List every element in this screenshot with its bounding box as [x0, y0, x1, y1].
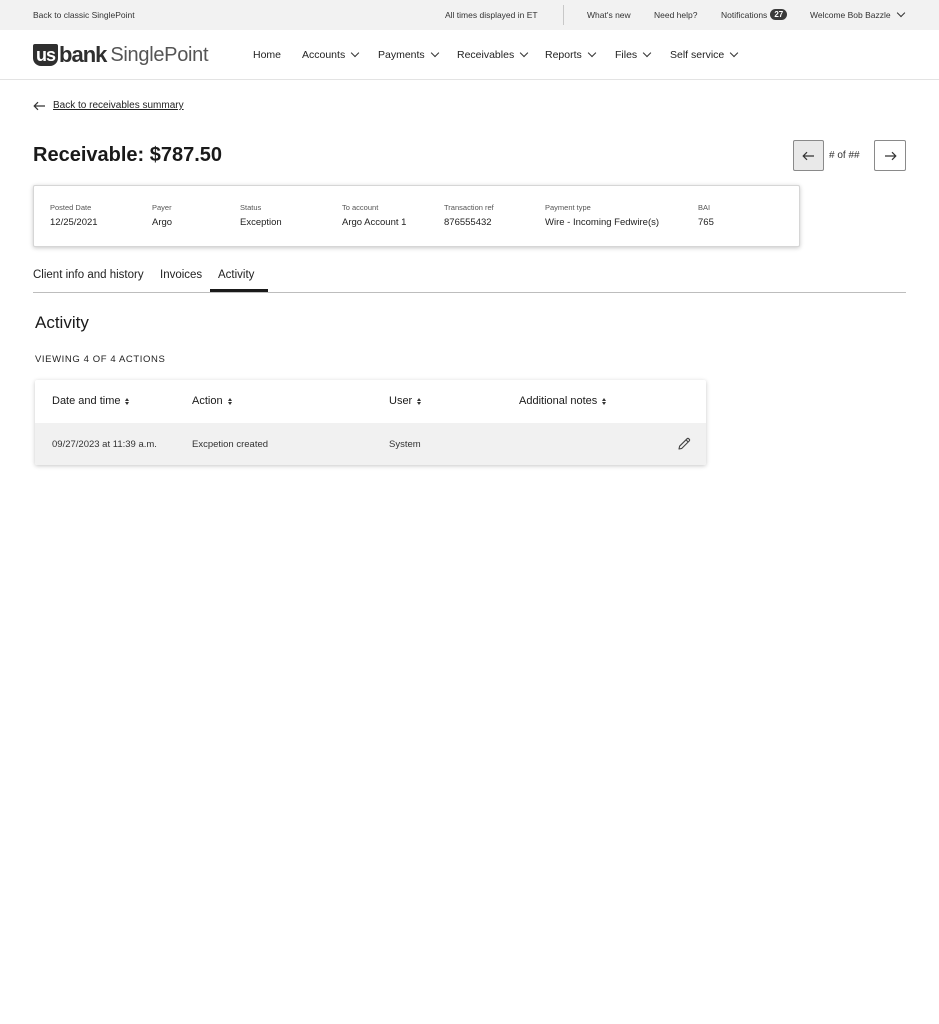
bai-field: BAI 765 — [698, 203, 714, 228]
whats-new-link[interactable]: What's new — [587, 10, 631, 20]
nav-accounts[interactable]: Accounts — [302, 48, 360, 61]
cell-action: Excpetion created — [192, 439, 269, 450]
column-label: User — [389, 395, 413, 407]
arrow-left-icon — [33, 101, 45, 110]
cell-date-time: 09/27/2023 at 11:39 a.m. — [52, 439, 157, 450]
column-header-user[interactable]: User — [389, 395, 422, 407]
edit-notes-button[interactable] — [676, 436, 692, 452]
status-value: Exception — [240, 217, 282, 228]
nav-home[interactable]: Home — [253, 49, 281, 61]
pencil-icon — [678, 437, 691, 450]
nav-accounts-label: Accounts — [302, 49, 346, 61]
to-account-field: To account Argo Account 1 — [342, 203, 406, 228]
user-menu[interactable]: Welcome Bob Bazzle — [810, 8, 905, 20]
chevron-down-icon — [730, 48, 739, 58]
tab-bar: Client info and history Invoices Activit… — [33, 262, 906, 293]
cell-user: System — [389, 439, 421, 450]
transaction-ref-label: Transaction ref — [444, 203, 494, 212]
bai-value: 765 — [698, 217, 714, 228]
nav-receivables-label: Receivables — [457, 49, 515, 61]
tab-invoices[interactable]: Invoices — [160, 269, 202, 281]
bai-label: BAI — [698, 203, 711, 212]
logo-us: us — [33, 44, 59, 66]
nav-payments[interactable]: Payments — [378, 48, 439, 61]
status-field: Status Exception — [240, 203, 282, 228]
page-title: Receivable: $787.50 — [33, 144, 223, 166]
nav-files[interactable]: Files — [615, 48, 652, 61]
back-to-receivables-link[interactable]: Back to receivables summary — [33, 100, 184, 111]
welcome-text: Welcome Bob Bazzle — [810, 10, 891, 20]
nav-receivables[interactable]: Receivables — [457, 48, 529, 61]
column-label: Additional notes — [519, 395, 598, 407]
nav-self-service[interactable]: Self service — [670, 48, 739, 61]
nav-reports[interactable]: Reports — [545, 48, 597, 61]
chevron-down-icon — [587, 48, 597, 58]
sort-icon — [125, 397, 130, 405]
active-tab-indicator — [210, 289, 268, 292]
to-account-label: To account — [342, 203, 379, 212]
notifications-label: Notifications — [721, 9, 768, 20]
column-label: Date and time — [52, 395, 121, 407]
nav-payments-label: Payments — [378, 49, 425, 61]
pager-count: # of ## — [829, 150, 860, 161]
payer-field: Payer Argo — [152, 203, 172, 228]
viewing-count: VIEWING 4 OF 4 ACTIONS — [35, 354, 166, 365]
transaction-ref-value: 876555432 — [444, 217, 492, 228]
column-header-action[interactable]: Action — [192, 395, 232, 407]
activity-table: Date and time Action User Additional not… — [35, 380, 706, 465]
posted-date-value: 12/25/2021 — [50, 217, 98, 228]
main-header: us bank SinglePoint Home Accounts Paymen… — [0, 30, 939, 80]
transaction-ref-field: Transaction ref 876555432 — [444, 203, 494, 228]
posted-date-field: Posted Date 12/25/2021 — [50, 203, 98, 228]
tab-client-info[interactable]: Client info and history — [33, 269, 144, 281]
utility-bar: Back to classic SinglePoint All times di… — [0, 0, 939, 30]
back-to-classic-link[interactable]: Back to classic SinglePoint — [33, 10, 135, 20]
next-button[interactable] — [874, 140, 906, 171]
chevron-down-icon — [642, 48, 652, 58]
notifications-badge: 27 — [770, 9, 788, 20]
payment-type-value: Wire - Incoming Fedwire(s) — [545, 217, 660, 228]
sort-icon — [602, 397, 607, 405]
chevron-down-icon — [519, 48, 529, 58]
nav-files-label: Files — [615, 49, 638, 61]
nav-self-service-label: Self service — [670, 49, 725, 61]
timezone-note: All times displayed in ET — [445, 10, 538, 20]
divider — [563, 5, 564, 25]
logo-bank: bank — [59, 42, 107, 67]
payment-type-field: Payment type Wire - Incoming Fedwire(s) — [545, 203, 659, 228]
chevron-down-icon — [896, 8, 905, 18]
arrow-left-icon — [802, 151, 814, 160]
payer-label: Payer — [152, 203, 172, 212]
previous-button[interactable] — [793, 140, 824, 171]
column-header-date-time[interactable]: Date and time — [52, 395, 130, 407]
section-title: Activity — [35, 313, 89, 332]
notifications-link[interactable]: Notifications 27 — [721, 9, 788, 20]
payer-value: Argo — [152, 217, 173, 228]
chevron-down-icon — [430, 48, 439, 58]
posted-date-label: Posted Date — [50, 203, 92, 212]
usbank-logo[interactable]: us bank SinglePoint — [33, 42, 209, 68]
back-link-label: Back to receivables summary — [53, 100, 184, 111]
column-header-notes[interactable]: Additional notes — [519, 395, 607, 407]
nav-reports-label: Reports — [545, 49, 582, 61]
logo-product: SinglePoint — [110, 43, 209, 66]
tab-activity[interactable]: Activity — [218, 269, 254, 281]
arrow-right-icon — [884, 151, 897, 160]
chevron-down-icon — [350, 48, 360, 58]
to-account-value: Argo Account 1 — [342, 217, 407, 228]
nav-home-label: Home — [253, 49, 282, 61]
column-label: Action — [192, 395, 223, 407]
table-row: 09/27/2023 at 11:39 a.m. Excpetion creat… — [35, 423, 706, 465]
receivable-summary-card: Posted Date 12/25/2021 Payer Argo Status… — [33, 185, 800, 247]
sort-icon — [417, 397, 422, 405]
need-help-link[interactable]: Need help? — [654, 10, 697, 20]
status-label: Status — [240, 203, 262, 212]
payment-type-label: Payment type — [545, 203, 591, 212]
sort-icon — [227, 397, 232, 405]
